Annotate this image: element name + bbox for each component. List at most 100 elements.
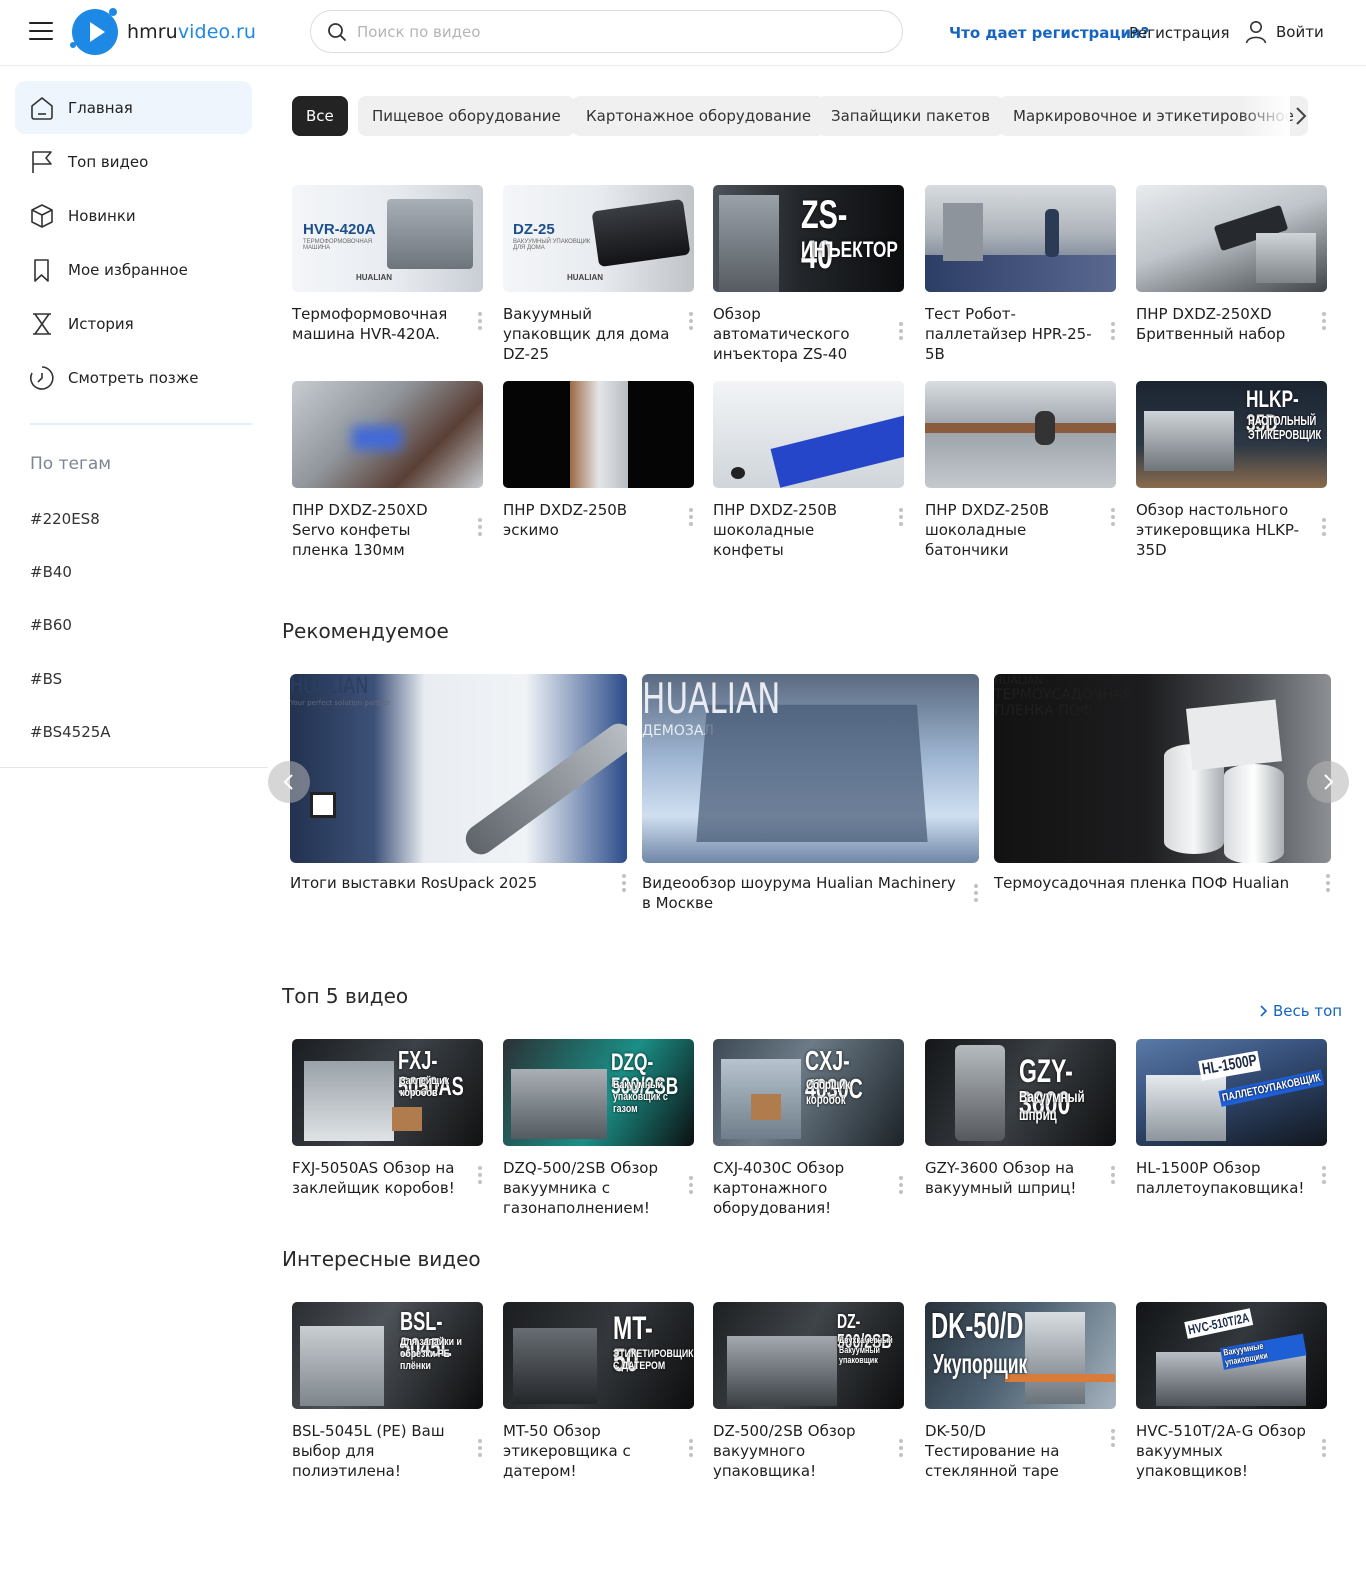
recommended-card[interactable]: HUALIAN ДЕМОЗАЛ Видеообзор шоурума Huali… <box>642 674 979 912</box>
video-title[interactable]: FXJ-5050AS Обзор на заклейщик коробов! <box>292 1158 468 1198</box>
more-options-icon[interactable] <box>1111 322 1115 340</box>
more-options-icon[interactable] <box>899 1176 903 1194</box>
video-thumbnail[interactable]: HUALIAN ТЕРМОУСАДОЧНАЯ ПЛЕНКА ПОФ <box>994 674 1331 863</box>
search-input[interactable] <box>357 22 857 41</box>
video-title[interactable]: BSL-5045L (PE) Ваш выбор для полиэтилена… <box>292 1421 468 1481</box>
video-thumbnail[interactable]: HVR-420A ТЕРМОФОРМОВОЧНАЯ МАШИНА HUALIAN <box>292 185 483 292</box>
video-title[interactable]: DZQ-500/2SB Обзор вакуумника с газонапол… <box>503 1158 679 1218</box>
tag-link[interactable]: #B60 <box>30 616 72 634</box>
chevron-right-icon[interactable] <box>1289 104 1313 128</box>
chip-all[interactable]: Все <box>292 96 348 136</box>
video-card[interactable]: FXJ-5050AS Заклейщик коробов FXJ-5050AS … <box>292 1039 484 1197</box>
video-card[interactable]: MT-50 ЭТИКЕТИРОВЩИК С ДАТЕРОМ MT-50 Обзо… <box>503 1302 695 1480</box>
more-options-icon[interactable] <box>899 322 903 340</box>
sidebar-item-new[interactable]: Новинки <box>15 189 252 242</box>
tag-link[interactable]: #220ES8 <box>30 510 100 528</box>
video-title[interactable]: Видеообзор шоурума Hualian Machinery в М… <box>642 873 962 913</box>
carousel-next-button[interactable] <box>1307 761 1349 803</box>
video-title[interactable]: CXJ-4030C Обзор картонажного оборудовани… <box>713 1158 889 1218</box>
video-card[interactable]: DZQ-500/2SB Вакуумный упаковщик с газом … <box>503 1039 695 1217</box>
video-card[interactable]: GZY-3600 Вакуумный шприц GZY-3600 Обзор … <box>925 1039 1117 1197</box>
video-card[interactable]: DZ-25 ВАКУУМНЫЙ УПАКОВЩИК ДЛЯ ДОМА HUALI… <box>503 185 695 363</box>
video-thumbnail[interactable] <box>925 381 1116 488</box>
video-title[interactable]: ПНР DXDZ-250B эскимо <box>503 500 679 540</box>
menu-icon[interactable] <box>29 20 53 42</box>
video-card[interactable]: ПНР DXDZ-250B шоколадные конфеты <box>713 381 905 559</box>
view-all-top-link[interactable]: Весь топ <box>1259 1002 1342 1020</box>
video-card[interactable]: BSL-5045L Для запайки и обрезки PE плёнк… <box>292 1302 484 1480</box>
video-thumbnail[interactable]: DK-50/D Укупорщик <box>925 1302 1116 1409</box>
video-thumbnail[interactable] <box>713 381 904 488</box>
chip-sealers[interactable]: Запайщики пакетов <box>817 96 1005 136</box>
video-thumbnail[interactable]: HL-1500P ПАЛЛЕТОУПАКОВЩИК <box>1136 1039 1327 1146</box>
more-options-icon[interactable] <box>1111 1429 1115 1447</box>
more-options-icon[interactable] <box>1322 1439 1326 1457</box>
video-card[interactable]: CXJ-4030C Сборщик коробок CXJ-4030C Обзо… <box>713 1039 905 1217</box>
video-card[interactable]: Тест Робот-паллетайзер HPR-25-5B <box>925 185 1117 363</box>
video-thumbnail[interactable]: BSL-5045L Для запайки и обрезки PE плёнк… <box>292 1302 483 1409</box>
more-options-icon[interactable] <box>899 508 903 526</box>
sidebar-item-history[interactable]: История <box>15 297 252 350</box>
video-card[interactable]: ПНР DXDZ-250B эскимо <box>503 381 695 539</box>
video-title[interactable]: HL-1500P Обзор паллетоупаковщика! <box>1136 1158 1312 1198</box>
video-title[interactable]: DK-50/D Тестирование на стеклянной таре <box>925 1421 1101 1481</box>
video-thumbnail[interactable]: HUALIAN ДЕМОЗАЛ <box>642 674 979 863</box>
video-thumbnail[interactable] <box>1136 185 1327 292</box>
video-title[interactable]: Обзор автоматического инъектора ZS-40 <box>713 304 889 364</box>
video-thumbnail[interactable]: MT-50 ЭТИКЕТИРОВЩИК С ДАТЕРОМ <box>503 1302 694 1409</box>
video-title[interactable]: MT-50 Обзор этикеровщика с датером! <box>503 1421 679 1481</box>
sidebar-item-favorites[interactable]: Мое избранное <box>15 243 252 296</box>
video-thumbnail[interactable]: FXJ-5050AS Заклейщик коробов <box>292 1039 483 1146</box>
chip-food[interactable]: Пищевое оборудование <box>358 96 575 136</box>
more-options-icon[interactable] <box>689 312 693 330</box>
more-options-icon[interactable] <box>899 1439 903 1457</box>
tag-link[interactable]: #BS4525A <box>30 723 111 741</box>
registration-benefits-link[interactable]: Что дает регистрация? <box>949 24 1149 42</box>
sidebar-item-top[interactable]: Топ видео <box>15 135 252 188</box>
more-options-icon[interactable] <box>478 1166 482 1184</box>
more-options-icon[interactable] <box>478 1439 482 1457</box>
more-options-icon[interactable] <box>1111 1166 1115 1184</box>
video-title[interactable]: Вакуумный упаковщик для дома DZ-25 <box>503 304 679 364</box>
video-thumbnail[interactable]: ZS-40 ИНЪЕКТОР <box>713 185 904 292</box>
more-options-icon[interactable] <box>478 312 482 330</box>
more-options-icon[interactable] <box>689 1176 693 1194</box>
video-thumbnail[interactable]: CXJ-4030C Сборщик коробок <box>713 1039 904 1146</box>
site-logo[interactable]: hmruvideo.ru <box>70 8 256 55</box>
login-button[interactable]: Войти <box>1245 20 1324 44</box>
carousel-prev-button[interactable] <box>268 761 310 803</box>
search-bar[interactable] <box>310 10 903 53</box>
recommended-card[interactable]: HUALIAN Your perfect solution partner Ит… <box>290 674 627 892</box>
more-options-icon[interactable] <box>974 884 978 902</box>
video-card[interactable]: HLKP-35D НАСТОЛЬНЫЙ ЭТИКЕРОВЩИК Обзор на… <box>1136 381 1328 559</box>
video-card[interactable]: ПНР DXDZ-250XD Бритвенный набор <box>1136 185 1328 343</box>
video-thumbnail[interactable]: HUALIAN Your perfect solution partner <box>290 674 627 863</box>
video-thumbnail[interactable]: DZ-25 ВАКУУМНЫЙ УПАКОВЩИК ДЛЯ ДОМА HUALI… <box>503 185 694 292</box>
video-title[interactable]: Термоусадочная пленка ПОФ Hualian <box>994 873 1314 893</box>
video-card[interactable]: HL-1500P ПАЛЛЕТОУПАКОВЩИК HL-1500P Обзор… <box>1136 1039 1328 1197</box>
video-title[interactable]: Тест Робот-паллетайзер HPR-25-5B <box>925 304 1101 364</box>
video-title[interactable]: Итоги выставки RosUpack 2025 <box>290 873 610 893</box>
video-title[interactable]: ПНР DXDZ-250B шоколадные батончики <box>925 500 1101 560</box>
more-options-icon[interactable] <box>1322 518 1326 536</box>
recommended-card[interactable]: HUALIAN ТЕРМОУСАДОЧНАЯ ПЛЕНКА ПОФ Термоу… <box>994 674 1331 892</box>
more-options-icon[interactable] <box>1111 508 1115 526</box>
sidebar-item-home[interactable]: Главная <box>15 81 252 134</box>
more-options-icon[interactable] <box>1322 312 1326 330</box>
tag-link[interactable]: #BS <box>30 670 62 688</box>
video-card[interactable]: ZS-40 ИНЪЕКТОР Обзор автоматического инъ… <box>713 185 905 363</box>
video-title[interactable]: Термоформовочная машина HVR-420A. <box>292 304 468 344</box>
video-title[interactable]: Обзор настольного этикеровщика HLKP-35D <box>1136 500 1312 560</box>
video-card[interactable]: DZ-500/2SB Двухкамерный Вакуумный упаков… <box>713 1302 905 1480</box>
register-link[interactable]: Регистрация <box>1129 24 1230 42</box>
video-thumbnail[interactable]: HLKP-35D НАСТОЛЬНЫЙ ЭТИКЕРОВЩИК <box>1136 381 1327 488</box>
video-thumbnail[interactable] <box>503 381 694 488</box>
more-options-icon[interactable] <box>1326 874 1330 892</box>
video-thumbnail[interactable]: GZY-3600 Вакуумный шприц <box>925 1039 1116 1146</box>
video-thumbnail[interactable] <box>292 381 483 488</box>
video-title[interactable]: GZY-3600 Обзор на вакуумный шприц! <box>925 1158 1101 1198</box>
video-thumbnail[interactable]: HVC-510T/2A Вакуумные упаковщики <box>1136 1302 1327 1409</box>
video-thumbnail[interactable] <box>925 185 1116 292</box>
chip-cardboard[interactable]: Картонажное оборудование <box>572 96 826 136</box>
video-thumbnail[interactable]: DZ-500/2SB Двухкамерный Вакуумный упаков… <box>713 1302 904 1409</box>
